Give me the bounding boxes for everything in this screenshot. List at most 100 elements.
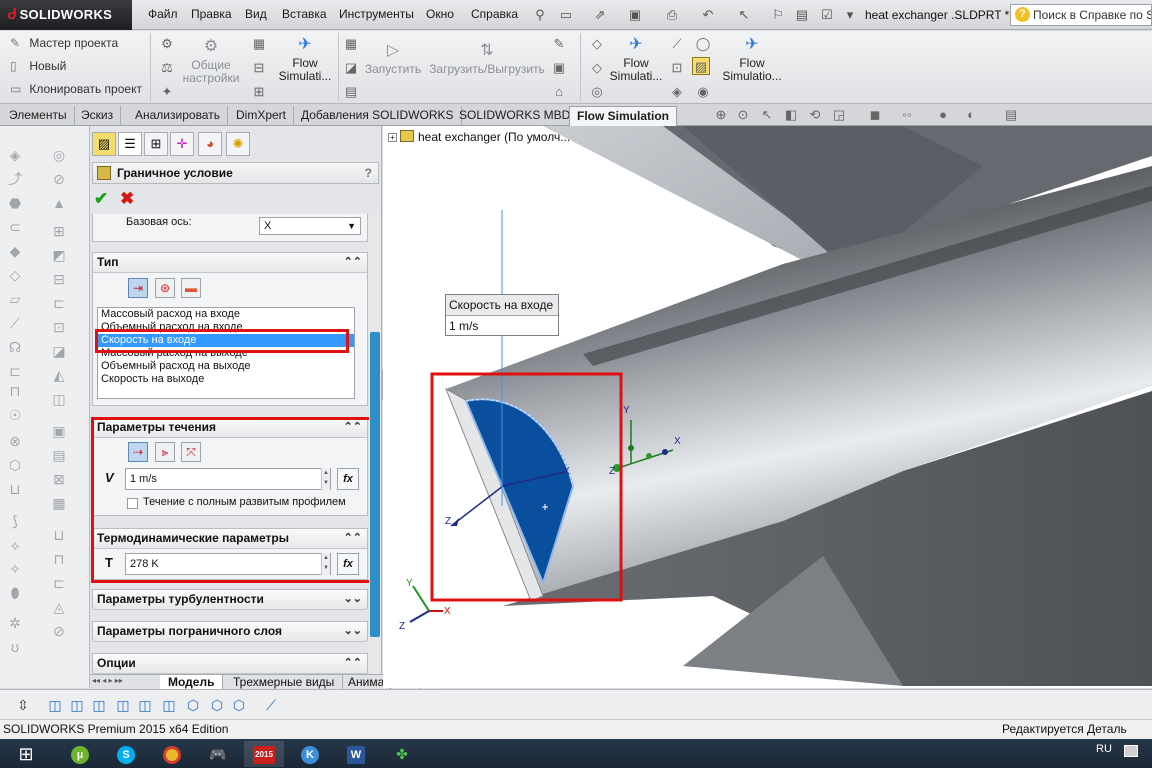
normal-to-icon[interactable]: ⇳ — [14, 696, 32, 714]
tool-icon[interactable]: ⟆ — [6, 512, 24, 530]
tool-icon[interactable]: ⊘ — [50, 170, 68, 188]
tool-icon[interactable]: ◈ — [6, 146, 24, 164]
dropdown-icon[interactable]: ▾ — [840, 5, 860, 25]
feature-manager-tab[interactable]: ▨ — [92, 132, 116, 156]
options-header[interactable]: Опции ⌃⌃ — [93, 654, 367, 674]
edit-appearance-icon[interactable]: ● — [934, 106, 952, 124]
tool-icon[interactable]: ʊ — [6, 638, 24, 656]
bottom-view-icon[interactable]: ◫ — [160, 696, 178, 714]
tab-solidworks-addins[interactable]: Добавления SOLIDWORKS — [294, 106, 462, 126]
display-style-icon[interactable]: ◼ — [866, 106, 884, 124]
list-item[interactable]: Объемный расход на выходе — [98, 360, 354, 373]
list-item[interactable]: Массовый расход на входе — [98, 308, 354, 321]
dimetric-view-icon[interactable]: ⬡ — [230, 696, 248, 714]
flow-simulation-analysis-button[interactable]: ✈ Flow Simulatio... — [718, 35, 786, 83]
zoom-area-icon[interactable]: ⊙ — [734, 106, 752, 124]
graphics-area[interactable]: Z X X Y Z X Y Z + heat exchanger (По умол… — [383, 126, 1152, 688]
light-icon[interactable]: ◯ — [694, 35, 712, 53]
taskbar-solidworks[interactable]: 2015 — [244, 741, 284, 767]
start-button[interactable]: ⊞ — [6, 741, 46, 767]
tool-icon[interactable]: ⊟ — [50, 270, 68, 288]
menu-window[interactable]: Окно — [426, 7, 454, 21]
tool-icon[interactable]: ◪ — [342, 59, 360, 77]
tool-icon[interactable]: ▱ — [6, 290, 24, 308]
tool-icon[interactable]: ⊔ — [6, 480, 24, 498]
tool-icon[interactable]: ⊏ — [6, 362, 24, 380]
tool-icon[interactable]: ☊ — [6, 338, 24, 356]
isometric-view-icon[interactable]: ⬡ — [184, 696, 202, 714]
ok-button[interactable]: ✔ — [94, 190, 108, 207]
solidworks-logo[interactable]: Ꮷ SOLIDWORKS — [0, 0, 132, 30]
tool-icon[interactable]: ⊞ — [50, 222, 68, 240]
taskbar-app[interactable]: ✤ — [382, 741, 422, 767]
tool-icon[interactable]: ◇ — [588, 35, 606, 53]
clone-project-button[interactable]: ▭ Клонировать проект — [10, 82, 142, 96]
tool-icon[interactable]: ✲ — [6, 614, 24, 632]
expand-icon[interactable]: ⌄⌄ — [344, 590, 362, 609]
right-view-icon[interactable]: ◫ — [114, 696, 132, 714]
menu-tools[interactable]: Инструменты — [339, 7, 414, 21]
run-button[interactable]: ▷ Запустить — [364, 41, 422, 76]
hide-show-icon[interactable]: ◦◦ — [898, 106, 916, 124]
tool-icon[interactable]: ⊓ — [50, 550, 68, 568]
tab-evaluate[interactable]: Анализировать — [128, 106, 228, 126]
tool-icon[interactable]: ⚙ — [158, 35, 176, 53]
back-view-icon[interactable]: ◫ — [68, 696, 86, 714]
tool-icon[interactable]: ⤴ — [6, 170, 24, 188]
tool-icon[interactable]: ◬ — [50, 598, 68, 616]
tool-icon[interactable]: ◩ — [50, 246, 68, 264]
select-icon[interactable]: ↖ — [734, 5, 754, 25]
tool-icon[interactable]: ⬣ — [6, 194, 24, 212]
new-doc-icon[interactable]: ▭ — [556, 5, 576, 25]
load-unload-button[interactable]: ⇅ Загрузить/Выгрузить — [428, 41, 546, 76]
tab-3d-views[interactable]: Трехмерные виды — [225, 675, 344, 690]
flow-analysis-tree-tab[interactable]: ✺ — [226, 132, 250, 156]
tool-icon[interactable]: ◎ — [588, 83, 606, 101]
tool-icon[interactable]: ▦ — [50, 494, 68, 512]
zoom-to-fit-icon[interactable]: ⊕ — [712, 106, 730, 124]
menu-view[interactable]: Вид — [245, 7, 267, 21]
language-indicator[interactable]: RU — [1096, 743, 1112, 755]
part-icon[interactable]: ▨ — [692, 57, 710, 75]
tab-sketch[interactable]: Эскиз — [74, 106, 122, 126]
top-view-icon[interactable]: ◫ — [136, 696, 154, 714]
taskbar-app[interactable]: 🎮 — [198, 741, 238, 767]
tool-icon[interactable]: ◈ — [668, 83, 686, 101]
file-props-icon[interactable]: ▤ — [792, 5, 812, 25]
tool-icon[interactable]: ▲ — [50, 194, 68, 212]
wall-type-button[interactable]: ▬ — [181, 278, 201, 298]
tool-icon[interactable]: ◇ — [588, 59, 606, 77]
tab-solidworks-mbd[interactable]: SOLIDWORKS MBD — [452, 106, 579, 126]
list-item[interactable]: Скорость на выходе — [98, 373, 354, 386]
dynamic-annotation-icon[interactable]: ⟲ — [806, 106, 824, 124]
taskbar-app[interactable]: S — [106, 741, 146, 767]
tool-icon[interactable]: ▤ — [50, 446, 68, 464]
boundary-layer-header[interactable]: Параметры пограничного слоя ⌄⌄ — [93, 622, 367, 642]
tool-icon[interactable]: ◭ — [50, 366, 68, 384]
tool-icon[interactable]: ⊘ — [50, 622, 68, 640]
menu-edit[interactable]: Правка — [191, 7, 232, 21]
tool-icon[interactable]: ◫ — [50, 390, 68, 408]
notification-icon[interactable] — [1124, 745, 1138, 757]
menu-help[interactable]: Справка — [471, 7, 518, 21]
tool-icon[interactable]: ⊞ — [250, 83, 268, 101]
view-settings-icon[interactable]: ▤ — [1002, 106, 1020, 124]
help-search-input[interactable]: ? Поиск в Справке по S — [1010, 4, 1152, 26]
configuration-manager-tab[interactable]: ⊞ — [144, 132, 168, 156]
turbulence-header[interactable]: Параметры турбулентности ⌄⌄ — [93, 590, 367, 610]
property-manager-tab[interactable]: ☰ — [118, 132, 142, 156]
tool-icon[interactable]: ☉ — [6, 406, 24, 424]
tool-icon[interactable]: ⟋ — [6, 314, 24, 332]
tool-icon[interactable]: ⊗ — [6, 432, 24, 450]
section-view-icon[interactable]: ◧ — [782, 106, 800, 124]
tool-icon[interactable]: ✎ — [550, 35, 568, 53]
tab-features[interactable]: Элементы — [2, 106, 75, 126]
new-project-button[interactable]: ▯ Новый — [10, 59, 66, 73]
boundary-type-list[interactable]: Массовый расход на входе Объемный расход… — [97, 307, 355, 399]
tool-icon[interactable]: ⊏ — [50, 574, 68, 592]
rebuild-icon[interactable]: ⚐ — [768, 5, 788, 25]
tool-icon[interactable]: ▦ — [250, 35, 268, 53]
scroll-arrows-icon[interactable]: ◂◂ ◂ ▸ ▸▸ — [92, 676, 123, 685]
expand-icon[interactable]: ⌄⌄ — [344, 622, 362, 641]
print-icon[interactable]: ⎙ — [662, 5, 682, 25]
